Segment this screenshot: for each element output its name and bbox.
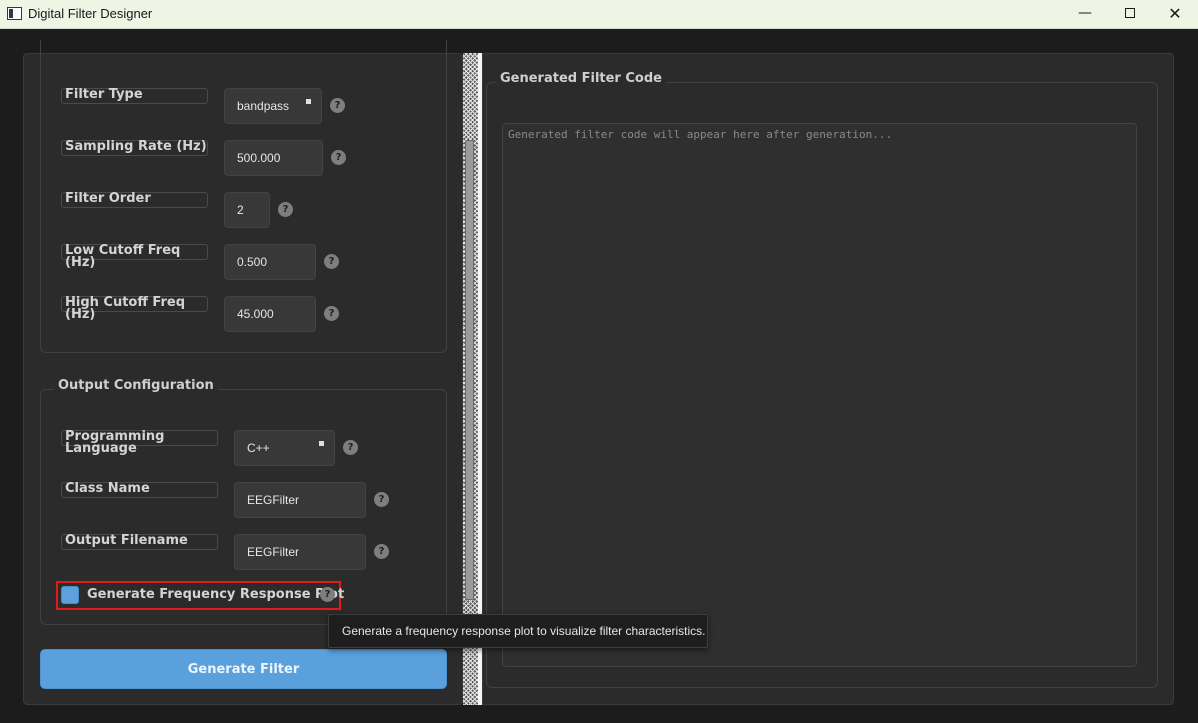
dropdown-arrow-icon xyxy=(306,99,311,104)
help-icon[interactable]: ? xyxy=(320,587,335,602)
help-icon[interactable]: ? xyxy=(331,150,346,165)
filter-type-value: bandpass xyxy=(237,99,290,113)
help-icon[interactable]: ? xyxy=(343,440,358,455)
filter-order-input[interactable]: 2 xyxy=(224,192,270,228)
generated-code-textarea[interactable] xyxy=(502,123,1137,667)
frequency-plot-checkbox[interactable] xyxy=(61,586,79,604)
programming-language-label: Programming Language xyxy=(61,430,218,455)
programming-language-value: C++ xyxy=(247,441,270,455)
output-filename-label: Output Filename xyxy=(61,534,218,550)
frequency-plot-label[interactable]: Generate Frequency Response Plot xyxy=(87,587,344,602)
sampling-rate-label: Sampling Rate (Hz) xyxy=(61,140,208,156)
filter-type-combobox[interactable]: bandpass xyxy=(224,88,322,124)
help-tooltip: Generate a frequency response plot to vi… xyxy=(328,614,708,648)
filter-order-label: Filter Order xyxy=(61,192,208,208)
close-button[interactable]: ✕ xyxy=(1152,0,1198,29)
filter-type-label: Filter Type xyxy=(61,88,208,104)
programming-language-combobox[interactable]: C++ xyxy=(234,430,335,466)
code-placeholder: Generated filter code will appear here a… xyxy=(508,128,893,141)
settings-scrollbar-thumb[interactable] xyxy=(465,140,474,600)
help-icon[interactable]: ? xyxy=(374,492,389,507)
generated-code-title: Generated Filter Code xyxy=(496,71,666,86)
low-cutoff-input[interactable]: 0.500 xyxy=(224,244,316,280)
help-icon[interactable]: ? xyxy=(330,98,345,113)
generate-filter-button[interactable]: Generate Filter xyxy=(40,649,447,689)
high-cutoff-input[interactable]: 45.000 xyxy=(224,296,316,332)
help-icon[interactable]: ? xyxy=(324,306,339,321)
window-title: Digital Filter Designer xyxy=(28,6,153,21)
title-bar: Digital Filter Designer — ✕ xyxy=(0,0,1198,29)
dropdown-arrow-icon xyxy=(319,441,324,446)
sampling-rate-input[interactable]: 500.000 xyxy=(224,140,323,176)
low-cutoff-label: Low Cutoff Freq (Hz) xyxy=(61,244,208,269)
app-icon xyxy=(7,7,22,20)
help-icon[interactable]: ? xyxy=(324,254,339,269)
output-configuration-title: Output Configuration xyxy=(54,378,218,393)
minimize-button[interactable]: — xyxy=(1062,0,1108,29)
high-cutoff-label: High Cutoff Freq (Hz) xyxy=(61,296,208,321)
help-icon[interactable]: ? xyxy=(278,202,293,217)
maximize-button[interactable] xyxy=(1107,0,1153,29)
class-name-label: Class Name xyxy=(61,482,218,498)
class-name-input[interactable]: EEGFilter xyxy=(234,482,366,518)
output-filename-input[interactable]: EEGFilter xyxy=(234,534,366,570)
maximize-icon xyxy=(1125,8,1135,18)
help-icon[interactable]: ? xyxy=(374,544,389,559)
